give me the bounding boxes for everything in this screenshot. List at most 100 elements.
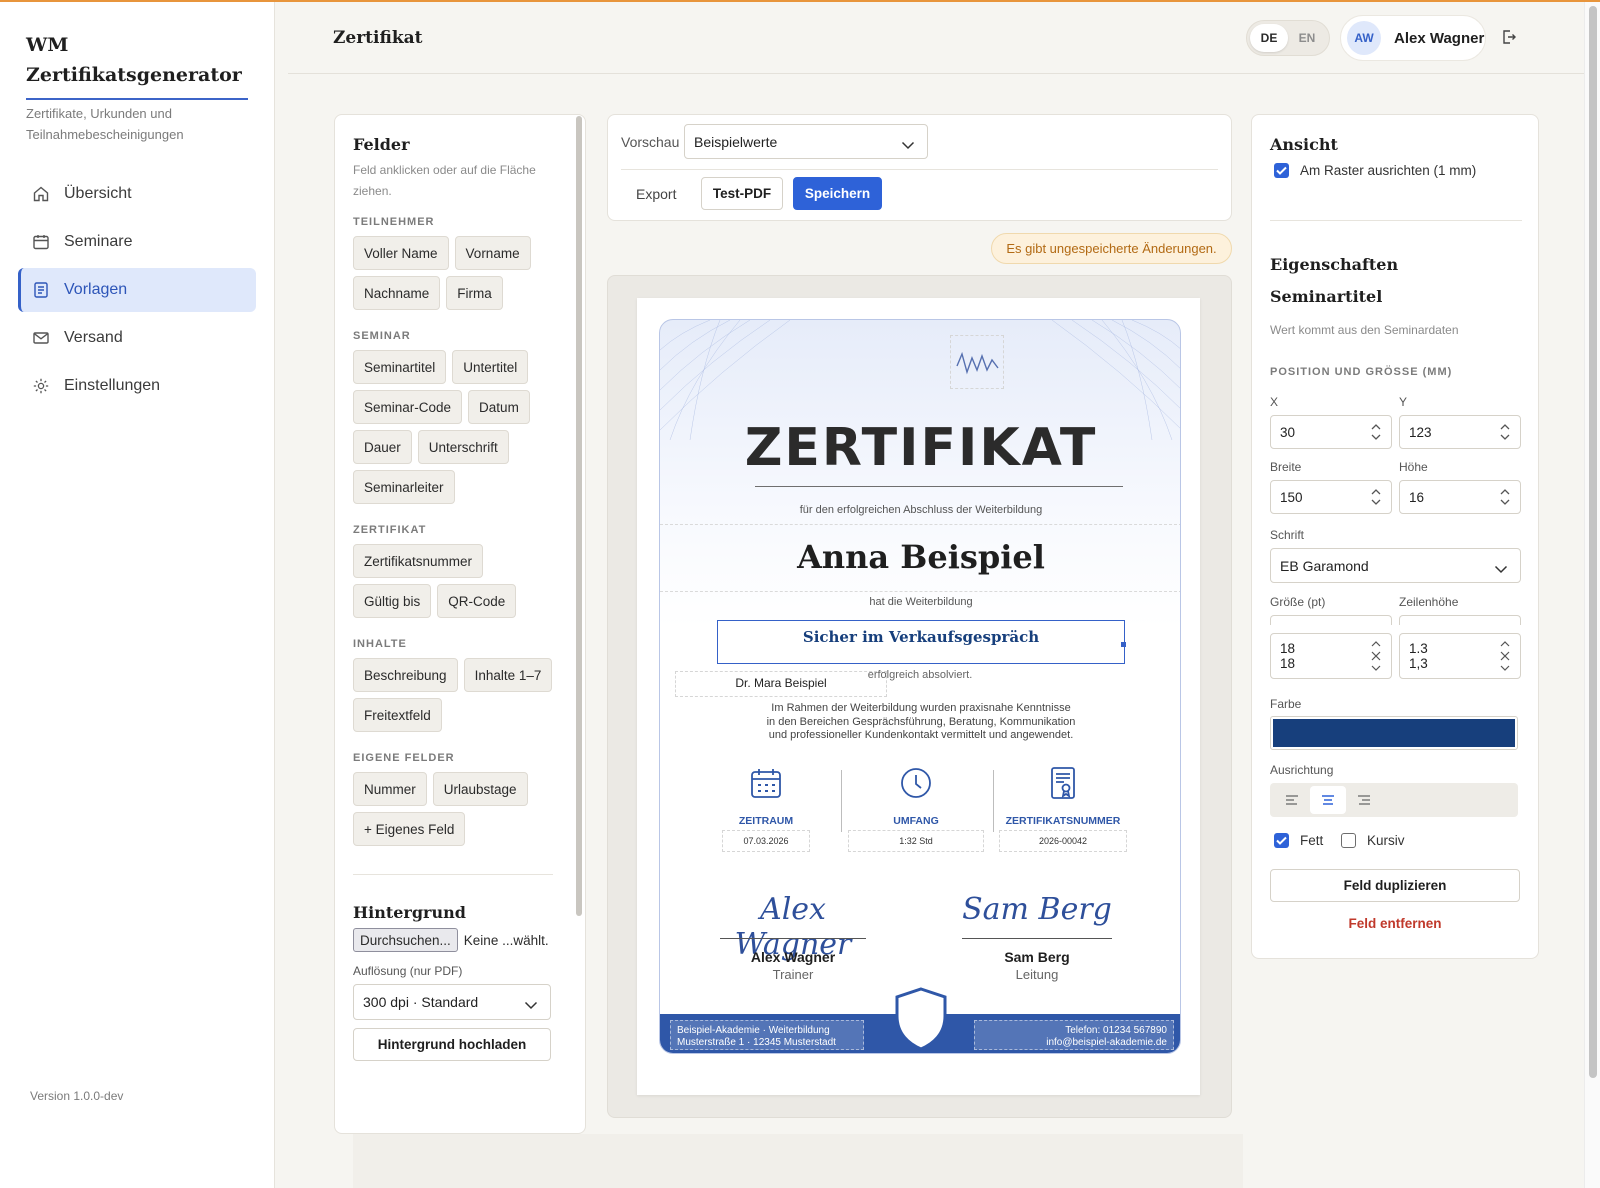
align-left-icon[interactable] bbox=[1274, 786, 1310, 814]
field-source-hint: Wert kommt aus den Seminardaten bbox=[1270, 323, 1459, 337]
stepper-icon[interactable] bbox=[1498, 422, 1512, 442]
field-chip[interactable]: Untertitel bbox=[452, 350, 529, 384]
add-custom-field-button[interactable]: + Eigenes Feld bbox=[353, 812, 466, 846]
nav-item-einstellungen[interactable]: Einstellungen bbox=[18, 364, 256, 408]
color-input[interactable] bbox=[1270, 716, 1518, 750]
info-zeitraum[interactable]: ZEITRAUM 07.03.2026 bbox=[710, 766, 822, 852]
certificate-heading[interactable]: ZERTIFIKAT bbox=[660, 418, 1180, 478]
fields-scrollbar[interactable] bbox=[576, 116, 582, 916]
participant-name[interactable]: Anna Beispiel bbox=[660, 538, 1180, 576]
info-zertifikatsnummer[interactable]: ZERTIFIKATSNUMMER 2026-00042 bbox=[996, 766, 1130, 852]
field-chip[interactable]: Firma bbox=[446, 276, 503, 310]
preview-select[interactable]: Beispielwerte bbox=[684, 124, 928, 159]
field-chip[interactable]: Inhalte 1–7 bbox=[463, 658, 553, 692]
font-value: EB Garamond bbox=[1280, 557, 1369, 574]
stepper-icon[interactable] bbox=[1498, 640, 1512, 674]
info-value: 2026-00042 bbox=[999, 830, 1127, 852]
stepper-icon[interactable] bbox=[1369, 422, 1383, 442]
duplicate-field-button[interactable]: Feld duplizieren bbox=[1270, 869, 1520, 902]
certificate-icon bbox=[1051, 767, 1075, 799]
resolution-label: Auflösung (nur PDF) bbox=[353, 964, 463, 978]
italic-option[interactable]: Kursiv bbox=[1341, 833, 1405, 848]
signature-role-2[interactable]: Leitung bbox=[962, 967, 1112, 982]
field-chip[interactable]: Freitextfeld bbox=[353, 698, 442, 732]
browse-file-button[interactable]: Durchsuchen... bbox=[353, 928, 458, 952]
nav-label: Vorlagen bbox=[64, 281, 128, 298]
resolution-select[interactable]: 300 dpi · Standard bbox=[353, 984, 551, 1020]
bold-checkbox[interactable] bbox=[1274, 833, 1289, 848]
field-chip[interactable]: Vorname bbox=[454, 236, 531, 270]
certificate-has[interactable]: hat die Weiterbildung bbox=[660, 596, 1180, 608]
stepper-icon[interactable] bbox=[1498, 487, 1512, 507]
save-button[interactable]: Speichern bbox=[793, 177, 882, 210]
seminar-title[interactable]: Sicher im Verkaufsgespräch bbox=[717, 628, 1125, 646]
footer-address[interactable]: Beispiel-Akademie · Weiterbildung Muster… bbox=[670, 1020, 864, 1050]
field-chip[interactable]: Voller Name bbox=[353, 236, 449, 270]
nav-item-vorlagen[interactable]: Vorlagen bbox=[18, 268, 256, 312]
certificate-completed[interactable]: erfolgreich absolviert. bbox=[820, 669, 1020, 681]
field-chip[interactable]: Nummer bbox=[353, 772, 427, 806]
field-chip[interactable]: Datum bbox=[468, 390, 530, 424]
signature-role-1[interactable]: Trainer bbox=[708, 967, 878, 982]
field-chip[interactable]: Seminartitel bbox=[353, 350, 447, 384]
footer-contact[interactable]: Telefon: 01234 567890 info@beispiel-akad… bbox=[974, 1020, 1174, 1050]
lang-en-button[interactable]: EN bbox=[1288, 24, 1326, 52]
italic-checkbox[interactable] bbox=[1341, 833, 1356, 848]
group-label: ZERTIFIKAT bbox=[353, 524, 427, 536]
lang-de-button[interactable]: DE bbox=[1250, 24, 1288, 52]
field-chip[interactable]: Unterschrift bbox=[417, 430, 509, 464]
chevron-down-icon bbox=[1494, 561, 1508, 577]
y-input[interactable]: 123 bbox=[1399, 415, 1521, 449]
stepper-icon[interactable] bbox=[1369, 487, 1383, 507]
certificate-description[interactable]: Im Rahmen der Weiterbildung wurden praxi… bbox=[660, 702, 1180, 743]
width-input[interactable]: 150 bbox=[1270, 480, 1392, 514]
signature-name-1[interactable]: Alex Wagner bbox=[708, 949, 878, 965]
align-center-icon[interactable] bbox=[1310, 786, 1346, 814]
page-scrollbar-thumb[interactable] bbox=[1589, 6, 1597, 1078]
user-name: Alex Wagner bbox=[1394, 29, 1485, 47]
font-select[interactable]: EB Garamond bbox=[1270, 548, 1521, 583]
info-value: 07.03.2026 bbox=[722, 830, 810, 852]
field-chip[interactable]: Urlaubstage bbox=[432, 772, 528, 806]
snap-to-grid-option[interactable]: Am Raster ausrichten (1 mm) bbox=[1274, 163, 1476, 178]
line-height-input[interactable]: 1.3 1,3 bbox=[1399, 633, 1521, 679]
heading-rule bbox=[755, 486, 1123, 487]
field-chip[interactable]: Beschreibung bbox=[353, 658, 458, 692]
nav-item-uebersicht[interactable]: Übersicht bbox=[18, 172, 256, 216]
field-chip[interactable]: Seminarleiter bbox=[353, 470, 455, 504]
stepper-icon[interactable] bbox=[1369, 640, 1383, 674]
field-chip[interactable]: QR-Code bbox=[437, 584, 517, 618]
page-scrollbar[interactable] bbox=[1584, 2, 1600, 1188]
upload-background-button[interactable]: Hintergrund hochladen bbox=[353, 1028, 551, 1061]
nav-item-seminare[interactable]: Seminare bbox=[18, 220, 256, 264]
size-input[interactable]: 18 18 bbox=[1270, 633, 1392, 679]
align-right-icon[interactable] bbox=[1346, 786, 1382, 814]
field-chip[interactable]: Seminar-Code bbox=[353, 390, 463, 424]
bold-option[interactable]: Fett bbox=[1274, 833, 1323, 848]
test-pdf-button[interactable]: Test-PDF bbox=[701, 177, 783, 210]
snap-checkbox[interactable] bbox=[1274, 163, 1289, 178]
field-chip[interactable]: Nachname bbox=[353, 276, 441, 310]
field-chip[interactable]: Gültig bis bbox=[353, 584, 432, 618]
x-input[interactable]: 30 bbox=[1270, 415, 1392, 449]
signature-name-2[interactable]: Sam Berg bbox=[962, 949, 1112, 965]
logo-placeholder[interactable] bbox=[950, 335, 1004, 389]
nav-label: Einstellungen bbox=[64, 377, 161, 394]
footer-line: Musterstraße 1 · 12345 Musterstadt bbox=[677, 1037, 836, 1048]
user-menu[interactable]: AW Alex Wagner bbox=[1340, 15, 1486, 61]
position-size-label: POSITION UND GRÖSSE (MM) bbox=[1270, 366, 1453, 378]
certificate-intro[interactable]: für den erfolgreichen Abschluss der Weit… bbox=[660, 504, 1180, 516]
signature-script-2[interactable]: Sam Berg bbox=[962, 892, 1112, 927]
logout-icon[interactable] bbox=[1500, 28, 1518, 46]
field-chip[interactable]: Dauer bbox=[353, 430, 412, 464]
height-label: Höhe bbox=[1399, 460, 1428, 474]
preview-label: Vorschau bbox=[621, 134, 680, 150]
brand-line-1: WM bbox=[26, 34, 69, 56]
nav-item-versand[interactable]: Versand bbox=[18, 316, 256, 360]
height-input[interactable]: 16 bbox=[1399, 480, 1521, 514]
info-umfang[interactable]: UMFANG 1:32 Std bbox=[846, 766, 986, 852]
field-chip[interactable]: Zertifikatsnummer bbox=[353, 544, 484, 578]
remove-field-button[interactable]: Feld entfernen bbox=[1270, 916, 1520, 931]
chevron-down-icon bbox=[524, 997, 538, 1013]
calendar-icon bbox=[751, 769, 781, 798]
